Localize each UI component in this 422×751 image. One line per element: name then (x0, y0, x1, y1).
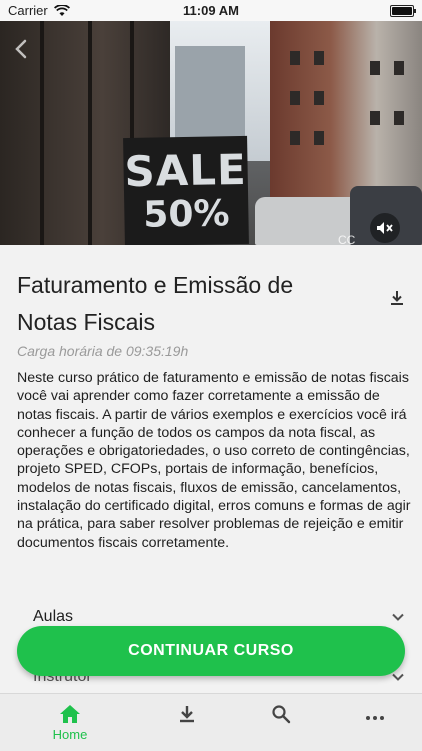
sale-sign: SALE 50% (123, 135, 249, 245)
download-icon (391, 291, 403, 305)
search-icon (272, 705, 291, 724)
status-bar: Carrier 11:09 AM (0, 0, 422, 21)
continue-course-button[interactable]: CONTINUAR CURSO (17, 626, 405, 676)
course-description: Neste curso prático de faturamento e emi… (17, 370, 411, 551)
battery-icon (390, 4, 416, 17)
chevron-down-icon (392, 613, 404, 621)
back-button[interactable] (10, 37, 34, 61)
captions-label: CC (338, 233, 356, 245)
status-time: 11:09 AM (183, 3, 239, 18)
tab-bar: Home (0, 693, 422, 751)
tab-downloads[interactable] (152, 694, 222, 751)
tab-home[interactable]: Home (35, 694, 105, 751)
tab-home-label: Home (52, 727, 88, 742)
download-icon (180, 706, 194, 723)
home-icon (60, 705, 80, 723)
tab-more[interactable] (340, 694, 410, 751)
mute-button[interactable] (370, 213, 400, 243)
aulas-label: Aulas (33, 608, 74, 625)
course-video[interactable]: SALE 50% CC (0, 21, 422, 245)
battery-level (392, 6, 412, 15)
more-icon (366, 716, 384, 720)
course-hours: Carga horária de 09:35:19h (17, 343, 189, 359)
chevron-left-icon (15, 39, 27, 59)
speaker-muted-icon (377, 222, 393, 234)
course-title: Faturamento e Emissão de Notas Fiscais (17, 272, 294, 335)
tab-search[interactable] (246, 694, 316, 751)
download-button[interactable] (388, 289, 406, 307)
